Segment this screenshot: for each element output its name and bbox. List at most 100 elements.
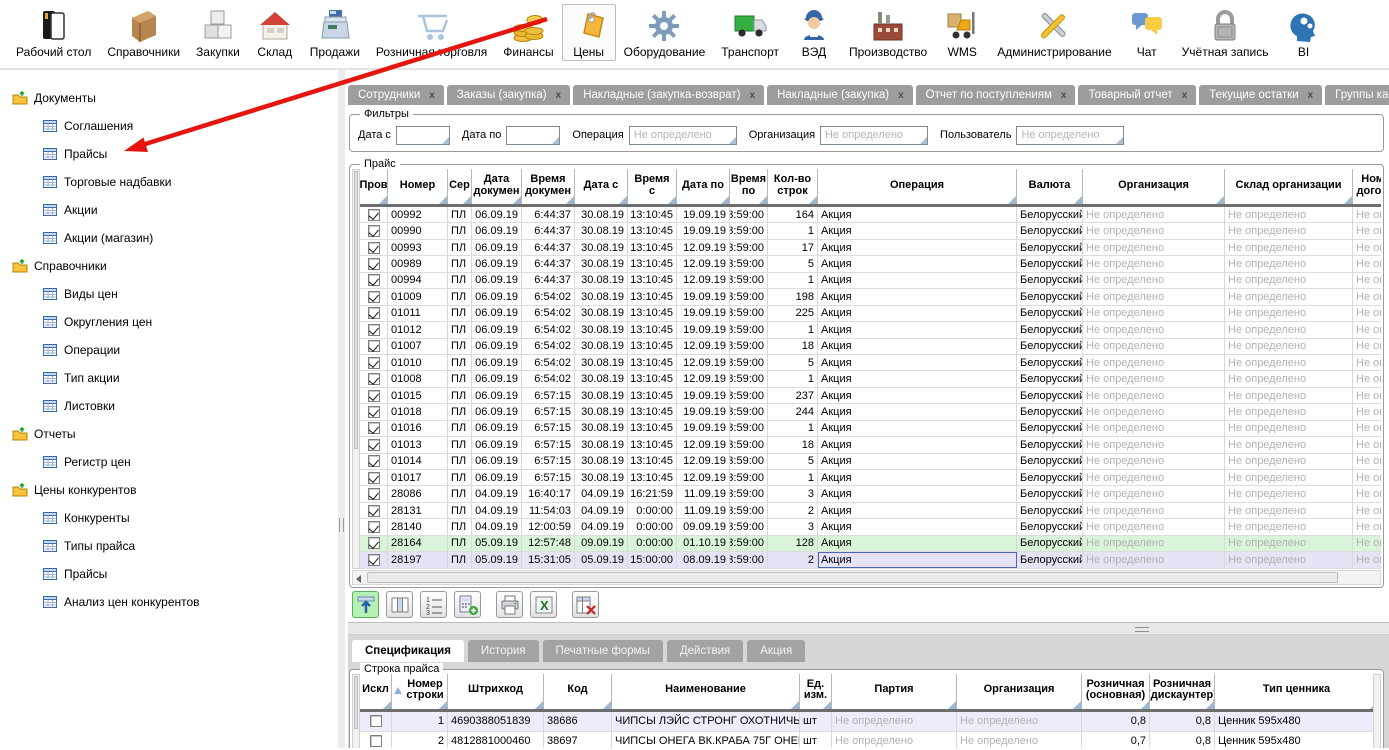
horizontal-splitter[interactable] bbox=[348, 622, 1389, 635]
column-header-Организация[interactable]: Организация bbox=[1083, 169, 1225, 204]
toolbar-item-gear[interactable]: Оборудование bbox=[616, 4, 714, 61]
spec-column-header-Код[interactable]: Код bbox=[544, 674, 612, 709]
price-row[interactable]: 00989ПЛ06.09.196:44:3730.08.1913:10:4512… bbox=[360, 256, 1381, 272]
price-row[interactable]: 01011ПЛ06.09.196:54:0230.08.1913:10:4519… bbox=[360, 306, 1381, 322]
column-header-Время с[interactable]: Время с bbox=[628, 169, 677, 204]
grid-toolbar-button-printer[interactable] bbox=[496, 591, 523, 618]
row-checkbox[interactable] bbox=[368, 488, 380, 500]
spec-column-header-Партия[interactable]: Партия bbox=[832, 674, 957, 709]
column-header-Кол-во строк[interactable]: Кол-во строк bbox=[768, 169, 818, 204]
spec-column-header-Ед. изм.[interactable]: Ед. изм. bbox=[800, 674, 832, 709]
spec-column-header-Розничная (основная)[interactable]: Розничная (основная) bbox=[1082, 674, 1150, 709]
toolbar-item-boxes[interactable]: Закупки bbox=[188, 4, 248, 61]
column-header-Время по[interactable]: Время по bbox=[730, 169, 768, 204]
price-row[interactable]: 28164ПЛ05.09.1912:57:4809.09.190:00:0001… bbox=[360, 536, 1381, 552]
price-row[interactable]: 01007ПЛ06.09.196:54:0230.08.1913:10:4512… bbox=[360, 339, 1381, 355]
tree-item-Акции (магазин)[interactable]: Акции (магазин) bbox=[0, 224, 338, 252]
tree-item-Торговые надбавки[interactable]: Торговые надбавки bbox=[0, 168, 338, 196]
grid-toolbar-button-calc-add[interactable] bbox=[454, 591, 481, 618]
tab-Накладные (закупка)[interactable]: Накладные (закупка)x bbox=[767, 85, 913, 105]
price-row[interactable]: 01018ПЛ06.09.196:57:1530.08.1913:10:4519… bbox=[360, 404, 1381, 420]
tree-section-Справочники[interactable]: Справочники bbox=[0, 252, 338, 280]
spec-column-header-Розничная (дискаунтер)[interactable]: Розничная (дискаунтер) bbox=[1150, 674, 1215, 709]
column-header-Дата с[interactable]: Дата с bbox=[575, 169, 628, 204]
filter-input-Организация[interactable]: Не определено bbox=[820, 126, 928, 145]
tree-item-Регистр цен[interactable]: Регистр цен bbox=[0, 448, 338, 476]
price-row[interactable]: 28131ПЛ04.09.1911:54:0304.09.190:00:0011… bbox=[360, 503, 1381, 519]
grid-toolbar-button-refresh-up[interactable] bbox=[352, 591, 379, 618]
column-header-Сер[interactable]: Сер bbox=[448, 169, 472, 204]
row-checkbox[interactable] bbox=[368, 472, 380, 484]
tree-section-Цены конкурентов[interactable]: Цены конкурентов bbox=[0, 476, 338, 504]
toolbar-item-forklift[interactable]: WMS bbox=[935, 4, 989, 61]
detail-tab-История[interactable]: История bbox=[468, 640, 539, 662]
toolbar-item-cart[interactable]: Розничная торговля bbox=[368, 4, 495, 61]
row-checkbox[interactable] bbox=[368, 554, 380, 566]
tree-item-Соглашения[interactable]: Соглашения bbox=[0, 112, 338, 140]
spec-vertical-scrollbar[interactable] bbox=[352, 674, 360, 748]
tree-item-Конкуренты[interactable]: Конкуренты bbox=[0, 504, 338, 532]
grid-toolbar-button-table-remove[interactable] bbox=[572, 591, 599, 618]
toolbar-item-register[interactable]: Продажи bbox=[302, 4, 368, 61]
column-header-Номер[interactable]: Номер bbox=[388, 169, 448, 204]
price-row[interactable]: 01010ПЛ06.09.196:54:0230.08.1913:10:4512… bbox=[360, 355, 1381, 371]
row-checkbox[interactable] bbox=[370, 735, 382, 747]
price-row[interactable]: 01012ПЛ06.09.196:54:0230.08.1913:10:4519… bbox=[360, 322, 1381, 338]
tree-section-Документы[interactable]: Документы bbox=[0, 84, 338, 112]
row-checkbox[interactable] bbox=[368, 242, 380, 254]
column-header-Номер договор[interactable]: Номер договор bbox=[1353, 169, 1381, 204]
scrollbar-thumb[interactable] bbox=[354, 171, 358, 449]
price-row[interactable]: 01017ПЛ06.09.196:57:1530.08.1913:10:4512… bbox=[360, 470, 1381, 486]
tree-item-Тип акции[interactable]: Тип акции bbox=[0, 364, 338, 392]
tree-item-Прайсы[interactable]: Прайсы bbox=[0, 560, 338, 588]
spec-column-header-Наименование[interactable]: Наименование bbox=[612, 674, 800, 709]
spec-column-header-Тип ценника[interactable]: Тип ценника bbox=[1215, 674, 1373, 709]
row-checkbox[interactable] bbox=[368, 422, 380, 434]
grid-toolbar-button-excel[interactable]: X bbox=[530, 591, 557, 618]
row-checkbox[interactable] bbox=[368, 537, 380, 549]
row-checkbox[interactable] bbox=[368, 324, 380, 336]
detail-tab-Акция[interactable]: Акция bbox=[747, 640, 805, 662]
toolbar-item-factory[interactable]: Производство bbox=[841, 4, 935, 61]
toolbar-item-tools[interactable]: Администрирование bbox=[989, 4, 1119, 61]
price-row[interactable]: 00990ПЛ06.09.196:44:3730.08.1913:10:4519… bbox=[360, 223, 1381, 239]
filter-input-Дата с[interactable] bbox=[396, 126, 450, 145]
tab-close-icon[interactable]: x bbox=[1308, 90, 1314, 101]
tab-Товарный отчет[interactable]: Товарный отчетx bbox=[1078, 85, 1196, 105]
sidebar-splitter[interactable] bbox=[338, 70, 345, 748]
tab-Накладные (закупка-возврат)[interactable]: Накладные (закупка-возврат)x bbox=[573, 85, 764, 105]
toolbar-item-bi-head[interactable]: BI bbox=[1276, 4, 1330, 61]
price-row[interactable]: 28086ПЛ04.09.1916:40:1704.09.1916:21:591… bbox=[360, 486, 1381, 502]
price-row[interactable]: 01013ПЛ06.09.196:57:1530.08.1913:10:4512… bbox=[360, 437, 1381, 453]
toolbar-item-lock[interactable]: Учётная запись bbox=[1174, 4, 1277, 61]
spec-column-header-Организация[interactable]: Организация bbox=[957, 674, 1082, 709]
tab-Отчет по поступлениям[interactable]: Отчет по поступлениямx bbox=[916, 85, 1076, 105]
filter-input-Дата по[interactable] bbox=[506, 126, 560, 145]
toolbar-item-chat[interactable]: Чат bbox=[1120, 4, 1174, 61]
row-checkbox[interactable] bbox=[368, 209, 380, 221]
price-row[interactable]: 01009ПЛ06.09.196:54:0230.08.1913:10:4519… bbox=[360, 289, 1381, 305]
detail-tab-Печатные формы[interactable]: Печатные формы bbox=[543, 640, 663, 662]
column-header-Склад организации[interactable]: Склад организации bbox=[1225, 169, 1353, 204]
column-header-Валюта[interactable]: Валюта bbox=[1017, 169, 1083, 204]
price-row[interactable]: 01014ПЛ06.09.196:57:1530.08.1913:10:4512… bbox=[360, 454, 1381, 470]
filter-input-Операция[interactable]: Не определено bbox=[629, 126, 737, 145]
detail-tab-Спецификация[interactable]: Спецификация bbox=[352, 640, 464, 662]
filter-input-Пользователь[interactable]: Не определено bbox=[1016, 126, 1124, 145]
spec-column-header-Штрихкод[interactable]: Штрихкод bbox=[448, 674, 544, 709]
price-row[interactable]: 01015ПЛ06.09.196:57:1530.08.1913:10:4519… bbox=[360, 388, 1381, 404]
tab-Текущие остатки[interactable]: Текущие остаткиx bbox=[1199, 85, 1322, 105]
toolbar-item-price-tag[interactable]: Цены bbox=[562, 4, 616, 61]
column-header-Дата докумен[interactable]: Дата докумен bbox=[472, 169, 522, 204]
row-checkbox[interactable] bbox=[370, 715, 382, 727]
tree-item-Виды цен[interactable]: Виды цен bbox=[0, 280, 338, 308]
grid-toolbar-button-numbered-list[interactable]: 123 bbox=[420, 591, 447, 618]
tree-item-Акции[interactable]: Акции bbox=[0, 196, 338, 224]
row-checkbox[interactable] bbox=[368, 373, 380, 385]
spec-right-scrollbar[interactable] bbox=[1373, 674, 1381, 748]
column-header-Операция[interactable]: Операция bbox=[818, 169, 1017, 204]
scrollbar-thumb[interactable] bbox=[367, 572, 1338, 583]
price-horizontal-scrollbar[interactable] bbox=[352, 570, 1381, 585]
scrollbar-thumb[interactable] bbox=[354, 676, 358, 729]
row-checkbox[interactable] bbox=[368, 291, 380, 303]
